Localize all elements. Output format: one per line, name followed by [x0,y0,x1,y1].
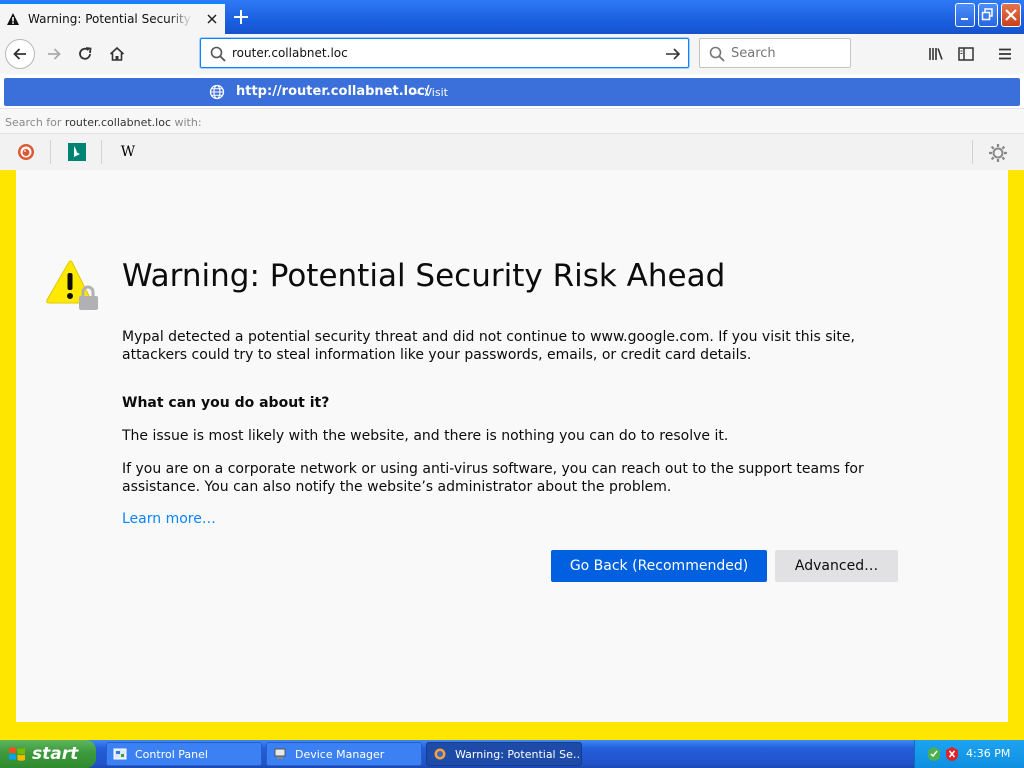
task-label: Warning: Potential Se… [455,747,582,761]
issue-text: The issue is most likely with the websit… [122,428,729,444]
tab-title: Warning: Potential Security Risk Ahead [28,12,193,26]
reload-button[interactable] [71,40,99,68]
warning-lock-icon [46,260,98,310]
start-button[interactable]: start [0,740,96,768]
search-icon [210,46,226,62]
go-arrow-icon[interactable] [663,44,683,64]
new-tab-plus-icon[interactable] [230,6,252,28]
restore-icon [981,8,993,21]
taskbar-item-control-panel[interactable]: Control Panel [106,742,262,766]
windows-logo-icon [9,747,25,761]
section-heading: What can you do about it? [122,395,330,411]
task-label: Control Panel [135,747,208,761]
task-label: Device Manager [295,747,385,761]
duckduckgo-icon[interactable] [16,142,36,162]
reload-icon [79,47,92,60]
network-icon[interactable] [927,746,941,762]
menu-button[interactable] [991,40,1019,68]
bing-icon[interactable] [67,142,87,162]
engine-separator [101,140,102,164]
url-dropdown: http://router.collabnet.loc/ — Visit Sea… [0,74,1024,170]
url-suggestion-row[interactable]: http://router.collabnet.loc/ — Visit [4,78,1020,106]
warning-icon [7,13,19,25]
taskbar: start Control Panel Device Manager Warni… [0,740,1024,768]
tab-security-warning[interactable]: Warning: Potential Security Risk Ahead [0,2,225,34]
suggestion-action: — Visit [410,86,448,99]
restore-button[interactable] [978,3,998,27]
learn-more-link[interactable]: Learn more… [122,511,216,527]
home-button[interactable] [103,40,131,68]
search-engines-bar: W [0,134,1024,170]
search-icon [709,46,725,62]
page-title: Warning: Potential Security Risk Ahead [122,258,726,294]
engine-separator [972,140,973,164]
go-back-button[interactable]: Go Back (Recommended) [551,550,767,582]
engine-separator [50,140,51,164]
error-page [16,170,1008,722]
start-label: start [32,744,79,764]
back-button[interactable] [5,39,35,69]
title-bar: Warning: Potential Security Risk Ahead [0,0,1024,34]
forward-button[interactable] [40,40,68,68]
url-input[interactable]: router.collabnet.loc [232,46,348,60]
search-bar[interactable] [699,38,851,68]
library-button[interactable] [922,40,950,68]
gear-icon[interactable] [987,142,1009,164]
navigation-bar: router.collabnet.loc [0,34,1024,74]
search-for-term: router.collabnet.loc [64,116,171,129]
search-input[interactable] [731,45,841,61]
home-icon [109,46,125,61]
library-icon [929,48,943,60]
sidebar-icon [958,47,974,61]
search-for-suffix: with: [174,116,202,129]
globe-icon [209,84,225,100]
intro-text: Mypal detected a potential security thre… [122,329,855,363]
device-manager-icon [274,748,286,759]
wikipedia-icon[interactable]: W [118,142,138,162]
minimize-button[interactable] [955,3,975,27]
search-for-label: Search for router.collabnet.loc with: [0,108,1024,134]
browser-icon [434,748,446,760]
minimize-icon [961,18,968,20]
security-shield-icon[interactable] [945,746,959,762]
suggestion-url: http://router.collabnet.loc/ [236,84,430,99]
clock: 4:36 PM [966,747,1011,760]
close-tab-icon[interactable] [205,12,219,26]
close-window-button[interactable] [1001,3,1021,27]
close-icon [1005,9,1017,21]
sidebar-button[interactable] [952,40,980,68]
control-panel-icon [113,748,127,760]
back-arrow-icon [13,48,26,60]
advanced-button[interactable]: Advanced… [775,550,898,582]
taskbar-item-browser[interactable]: Warning: Potential Se… [426,742,582,766]
hamburger-menu-icon [999,48,1011,60]
corporate-network-text: If you are on a corporate network or usi… [122,461,864,495]
taskbar-item-device-manager[interactable]: Device Manager [266,742,422,766]
url-bar[interactable]: router.collabnet.loc [200,38,689,68]
search-for-prefix: Search for [5,116,62,129]
forward-arrow-icon [48,48,61,60]
